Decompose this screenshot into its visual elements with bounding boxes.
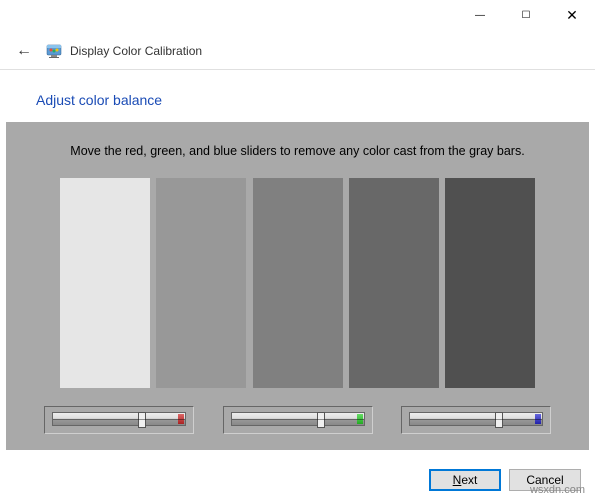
- instruction-text: Move the red, green, and blue sliders to…: [26, 144, 569, 158]
- maximize-button[interactable]: ☐: [503, 0, 549, 32]
- gray-bar: [253, 178, 343, 388]
- slider-thumb[interactable]: [317, 412, 325, 428]
- red-tint-icon: [178, 414, 184, 424]
- red-slider[interactable]: [44, 406, 194, 434]
- gray-bar: [156, 178, 246, 388]
- window-titlebar: — ☐ ✕: [0, 0, 595, 32]
- next-button[interactable]: Next: [429, 469, 501, 491]
- sliders-row: [44, 406, 551, 434]
- app-icon: [46, 43, 62, 59]
- header-bar: ← Display Color Calibration: [0, 32, 595, 70]
- slider-track: [409, 412, 543, 426]
- close-button[interactable]: ✕: [549, 0, 595, 32]
- blue-tint-icon: [535, 414, 541, 424]
- green-tint-icon: [357, 414, 363, 424]
- green-slider[interactable]: [223, 406, 373, 434]
- app-title: Display Color Calibration: [70, 44, 202, 58]
- page-heading: Adjust color balance: [36, 92, 559, 108]
- watermark-text: wsxdn.com: [530, 484, 585, 496]
- slider-track: [231, 412, 365, 426]
- gray-bars-row: [60, 178, 535, 388]
- gray-bar: [445, 178, 535, 388]
- slider-track: [52, 412, 186, 426]
- gray-bar: [349, 178, 439, 388]
- slider-thumb[interactable]: [495, 412, 503, 428]
- gray-bar: [60, 178, 150, 388]
- heading-area: Adjust color balance: [0, 70, 595, 122]
- minimize-button[interactable]: —: [457, 0, 503, 32]
- content-panel: Move the red, green, and blue sliders to…: [6, 122, 589, 450]
- back-arrow-icon[interactable]: ←: [12, 39, 36, 63]
- slider-thumb[interactable]: [138, 412, 146, 428]
- blue-slider[interactable]: [401, 406, 551, 434]
